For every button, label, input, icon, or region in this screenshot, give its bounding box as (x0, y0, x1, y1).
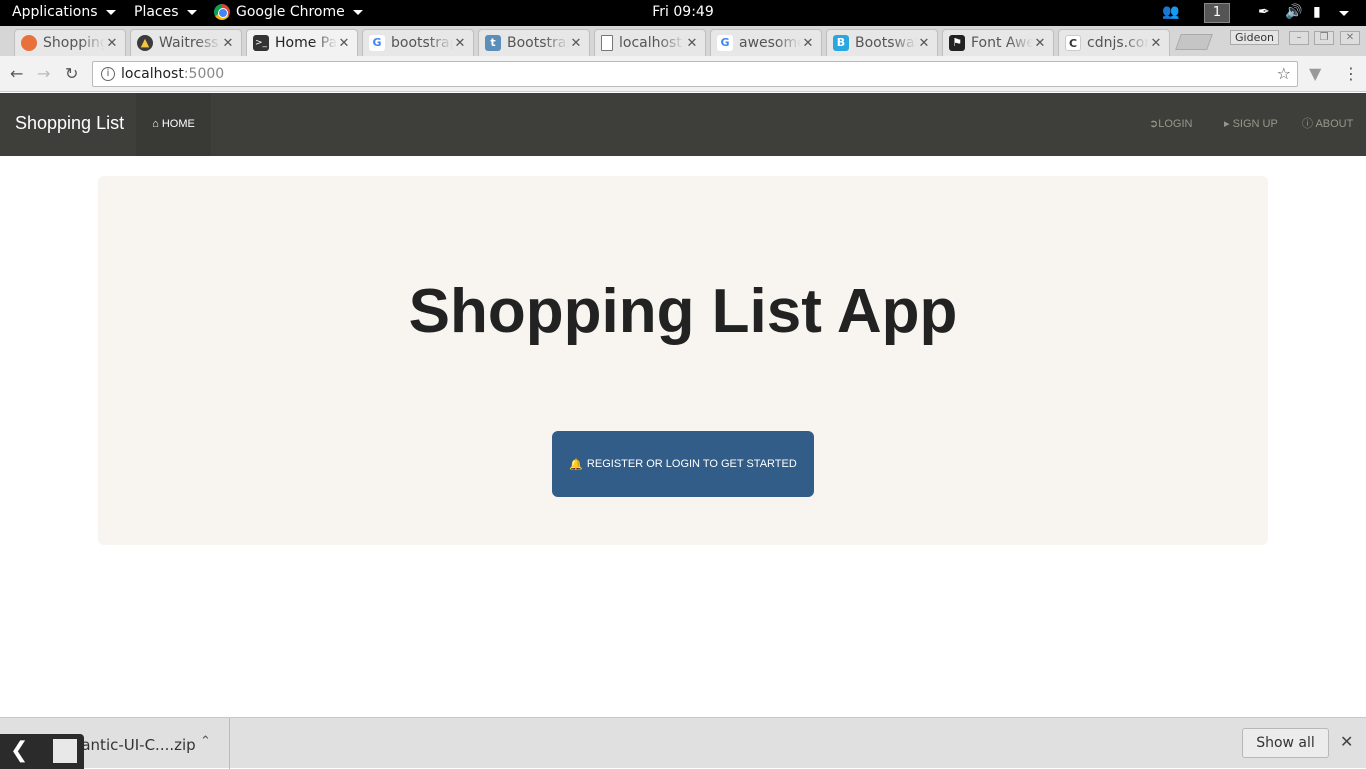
minimize-icon[interactable]: – (1289, 31, 1309, 45)
nav-login-link[interactable]: ➲LOGIN (1149, 93, 1192, 156)
nav-about-label: ABOUT (1315, 118, 1354, 130)
tab-title: Shopping (43, 35, 105, 51)
tab-title: localhost (619, 35, 682, 51)
close-icon[interactable]: ✕ (337, 36, 351, 51)
vimium-icon[interactable]: ▼ (1309, 64, 1321, 83)
battery-icon[interactable]: ▮ (1313, 4, 1321, 20)
people-icon[interactable]: 👥 (1162, 4, 1179, 20)
maximize-icon[interactable]: ❐ (1314, 31, 1334, 45)
flag-favicon-icon: ⚑ (949, 35, 965, 51)
register-or-login-label: REGISTER OR LOGIN TO GET STARTED (586, 458, 797, 470)
profile-button[interactable]: Gideon (1230, 30, 1280, 45)
tab-shopping[interactable]: Shopping ✕ (14, 29, 126, 56)
back-chevron-icon[interactable]: ❮ (10, 737, 28, 765)
volume-icon[interactable]: 🔊 (1285, 4, 1302, 20)
home-icon: ⌂ (152, 118, 159, 130)
nav-about-link[interactable]: ⓘ ABOUT (1302, 93, 1353, 156)
nav-signup-label: SIGN UP (1232, 118, 1278, 130)
system-menu-chevron-icon[interactable] (1339, 11, 1349, 16)
show-all-downloads-button[interactable]: Show all (1242, 728, 1329, 758)
window-close-icon[interactable]: ✕ (1340, 31, 1360, 45)
system-top-bar: Applications Places Google Chrome Fri 09… (0, 0, 1366, 26)
cdnjs-favicon-icon: C (1065, 35, 1081, 51)
close-icon[interactable]: ✕ (453, 36, 467, 51)
tab-localhost[interactable]: localhost ✕ (594, 29, 706, 56)
tab-title: Font Awesome (971, 35, 1033, 51)
bell-icon: 🔔 (569, 458, 583, 471)
close-icon[interactable]: ✕ (1033, 36, 1047, 51)
jumbotron: Shopping List App 🔔 REGISTER OR LOGIN TO… (98, 176, 1268, 545)
nav-signup-link[interactable]: ▸ SIGN UP (1224, 93, 1278, 156)
tab-strip: Shopping ✕ ▲ Waitress ✕ >_ Home Page ✕ G… (0, 26, 1366, 56)
caret-right-icon: ▸ (1224, 118, 1230, 130)
waitress-favicon-icon: ▲ (137, 35, 153, 51)
more-menu-icon[interactable]: ⋮ (1343, 64, 1359, 83)
google-favicon-icon: G (369, 35, 385, 51)
tab-title: Home Page (275, 35, 337, 51)
tab-font-awesome[interactable]: ⚑ Font Awesome ✕ (942, 29, 1054, 56)
nav-login-label: LOGIN (1158, 118, 1193, 130)
workspace-indicator[interactable]: 1 (1204, 3, 1230, 23)
close-icon[interactable]: ✕ (1340, 732, 1353, 751)
tab-bootstrap-search[interactable]: G bootstrap ✕ (362, 29, 474, 56)
tab-title: Bootswatch (855, 35, 917, 51)
tab-cdnjs[interactable]: C cdnjs.com ✕ (1058, 29, 1170, 56)
google-favicon-icon: G (717, 35, 733, 51)
bootstrap-favicon-icon: t (485, 35, 501, 51)
tab-title: awesome (739, 35, 801, 51)
tab-title: Waitress (159, 35, 219, 51)
tab-title: bootstrap (391, 35, 453, 51)
register-or-login-button[interactable]: 🔔 REGISTER OR LOGIN TO GET STARTED (552, 431, 814, 497)
terminal-favicon-icon: >_ (253, 35, 269, 51)
tab-title: Bootstrap (507, 35, 569, 51)
tab-awesome-search[interactable]: G awesome ✕ (710, 29, 822, 56)
shopping-favicon-icon (21, 35, 37, 51)
bootswatch-favicon-icon: B (833, 35, 849, 51)
nav-home-link[interactable]: ⌂ HOME (136, 93, 211, 156)
tab-waitress[interactable]: ▲ Waitress ✕ (130, 29, 242, 56)
download-shelf: Semantic-UI-C....zip ⌃ ❮ Show all ✕ (0, 717, 1366, 769)
tab-bootstrap[interactable]: t Bootstrap ✕ (478, 29, 590, 56)
back-arrow-icon[interactable]: ← (10, 64, 23, 83)
tab-home-page[interactable]: >_ Home Page ✕ (246, 29, 358, 56)
site-navbar: Shopping List ⌂ HOME ➲LOGIN ▸ SIGN UP ⓘ … (0, 93, 1366, 156)
navbar-brand[interactable]: Shopping List (15, 113, 124, 134)
close-icon[interactable]: ✕ (221, 36, 235, 51)
new-tab-button[interactable] (1175, 34, 1213, 50)
forward-arrow-icon[interactable]: → (37, 64, 50, 83)
close-icon[interactable]: ✕ (569, 36, 583, 51)
address-port: :5000 (183, 66, 225, 82)
window-thumbnail[interactable] (53, 739, 77, 763)
page-favicon-icon (601, 35, 613, 51)
browser-toolbar: ← → ↻ i localhost:5000 ☆ ▼ ⋮ (0, 56, 1366, 92)
close-icon[interactable]: ✕ (801, 36, 815, 51)
chevron-up-icon[interactable]: ⌃ (200, 734, 211, 749)
close-icon[interactable]: ✕ (105, 36, 119, 51)
address-host: localhost (121, 66, 184, 82)
tab-title: cdnjs.com (1087, 35, 1149, 51)
taskbar-overlay: ❮ (0, 734, 84, 769)
nav-home-label: HOME (161, 118, 195, 130)
info-circle-icon: ⓘ (1302, 118, 1313, 130)
bookmark-star-icon[interactable]: ☆ (1277, 62, 1291, 86)
address-bar[interactable]: i localhost:5000 ☆ (92, 61, 1298, 87)
close-icon[interactable]: ✕ (685, 36, 699, 51)
site-info-icon[interactable]: i (101, 67, 115, 81)
page-title: Shopping List App (408, 277, 958, 346)
close-icon[interactable]: ✕ (1149, 36, 1163, 51)
tab-bootswatch[interactable]: B Bootswatch ✕ (826, 29, 938, 56)
close-icon[interactable]: ✕ (917, 36, 931, 51)
sign-in-icon: ➲ (1149, 118, 1159, 130)
pen-icon[interactable]: ✒ (1258, 4, 1270, 20)
reload-icon[interactable]: ↻ (65, 64, 78, 83)
